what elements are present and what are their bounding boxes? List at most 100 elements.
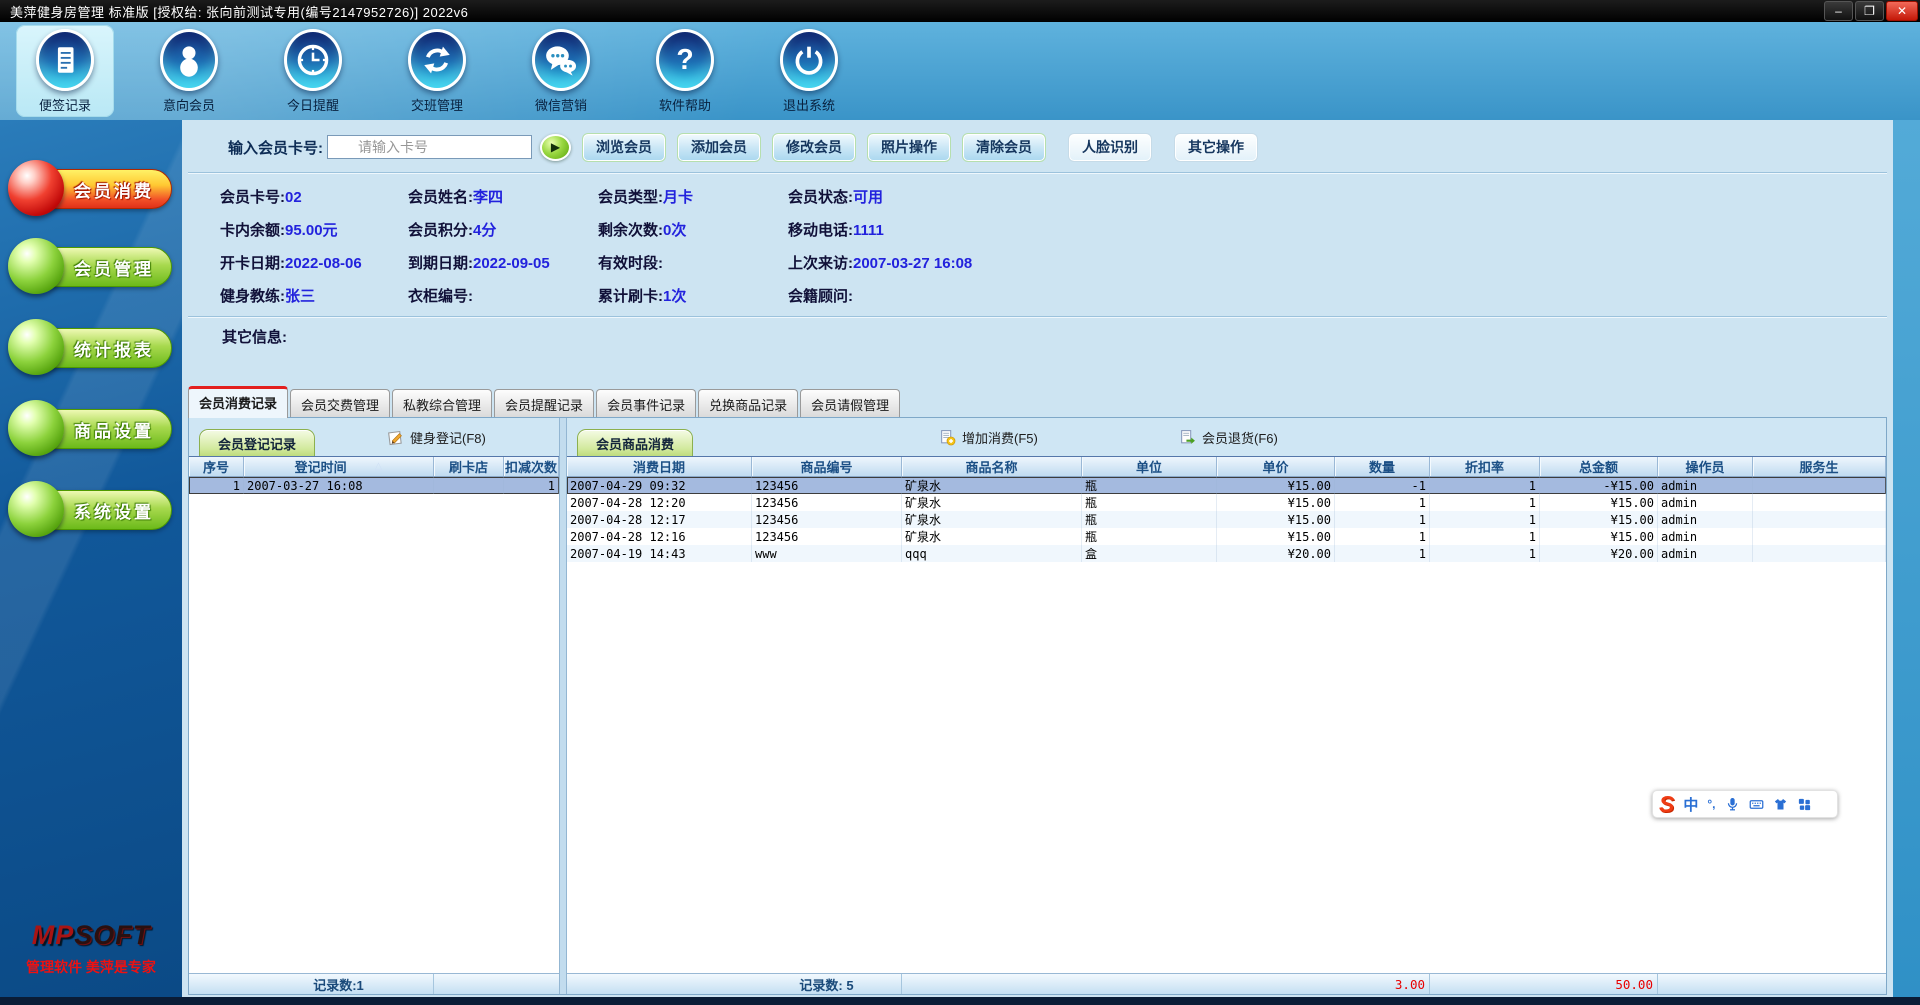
toolbar-item-shift-management[interactable]: 交班管理 — [388, 25, 486, 117]
tab-leave-management[interactable]: 会员请假管理 — [800, 389, 901, 418]
toolbar-item-exit[interactable]: 退出系统 — [760, 25, 858, 117]
tab-reminder-records[interactable]: 会员提醒记录 — [494, 389, 595, 418]
column-header[interactable]: 单价 — [1217, 457, 1335, 476]
table-cell: 123456 — [752, 528, 902, 545]
table-cell: ¥15.00 — [1217, 511, 1335, 528]
play-icon: ▶ — [550, 140, 561, 154]
main-toolbar: 便签记录 意向会员 今日提醒 交班管理 微信营销 ? 软件帮助 退出系统 — [0, 22, 1920, 120]
table-cell: 矿泉水 — [902, 477, 1082, 494]
svg-text:?: ? — [676, 44, 693, 76]
column-header[interactable]: 总金额 — [1540, 457, 1658, 476]
close-button[interactable]: ✕ — [1886, 1, 1918, 21]
photo-actions-button[interactable]: 照片操作 — [867, 132, 951, 162]
add-consume-button[interactable]: 增加消费(F5) — [939, 428, 1038, 447]
column-header[interactable]: 数量 — [1335, 457, 1430, 476]
column-header[interactable]: 商品编号 — [752, 457, 902, 476]
goods-consume-tab[interactable]: 会员商品消费 — [577, 429, 694, 456]
sidebar: 会员消费 会员管理 统计报表 商品设置 系统设置 MPSOFT 管理软件 美萍是… — [0, 120, 182, 997]
table-cell: 2007-04-29 09:32 — [567, 477, 752, 494]
checkin-tab[interactable]: 会员登记记录 — [199, 429, 316, 456]
table-cell: 2007-04-19 14:43 — [567, 545, 752, 562]
virtual-keyboard-icon[interactable] — [1749, 797, 1764, 812]
table-cell — [1753, 528, 1886, 545]
ime-language-mode[interactable]: 中 — [1683, 794, 1698, 815]
maximize-button[interactable]: ❐ — [1855, 1, 1884, 21]
card-number-input[interactable] — [327, 135, 532, 159]
browse-member-button[interactable]: 浏览会员 — [582, 132, 666, 162]
toolbar-item-help[interactable]: ? 软件帮助 — [636, 25, 734, 117]
column-header[interactable]: 操作员 — [1658, 457, 1753, 476]
toolbar-item-label: 微信营销 — [534, 98, 587, 113]
toolbar-item-notes[interactable]: 便签记录 — [16, 25, 114, 117]
tab-consume-records[interactable]: 会员消费记录 — [188, 386, 289, 418]
table-row[interactable]: 1 2007-03-27 16:08 1 — [189, 477, 559, 494]
table-cell: 2007-04-28 12:20 — [567, 494, 752, 511]
minimize-button[interactable]: – — [1824, 1, 1853, 21]
column-header[interactable]: 折扣率 — [1430, 457, 1540, 476]
brand-block: MPSOFT 管理软件 美萍是专家 — [0, 920, 182, 977]
tab-event-records[interactable]: 会员事件记录 — [596, 389, 697, 418]
face-recognition-button[interactable]: 人脸识别 — [1068, 132, 1152, 162]
title-bar: 美萍健身房管理 标准版 [授权给: 张向前测试专用(编号2147952726)]… — [0, 0, 1920, 22]
info-field-expire-date: 到期日期:2022-09-05 — [408, 255, 550, 272]
column-header[interactable]: 消费日期 — [567, 457, 752, 476]
microphone-icon[interactable] — [1725, 797, 1740, 812]
table-cell: admin — [1658, 494, 1753, 511]
return-goods-button[interactable]: 会员退货(F6) — [1179, 428, 1278, 447]
column-header[interactable]: 服务生 — [1753, 457, 1886, 476]
table-cell: 123456 — [752, 511, 902, 528]
return-document-icon — [1181, 430, 1195, 444]
sidebar-item-member-consume[interactable]: 会员消费 — [8, 160, 174, 218]
info-field-name: 会员姓名:李四 — [408, 189, 504, 206]
consume-record-count: 记录数: 5 — [752, 974, 902, 994]
punctuation-toggle-icon[interactable]: °, — [1707, 797, 1715, 811]
toolbar-item-wechat-marketing[interactable]: 微信营销 — [512, 25, 610, 117]
tab-content-panel: 会员登记记录 健身登记(F8) 序号登记时间刷卡店扣减次数 12007-03-2… — [188, 417, 1887, 995]
sidebar-item-statistics-reports[interactable]: 统计报表 — [8, 319, 174, 377]
table-cell: 1 — [1335, 528, 1430, 545]
tab-exchange-records[interactable]: 兑换商品记录 — [698, 389, 799, 418]
toolbar-item-prospect-members[interactable]: 意向会员 — [140, 25, 238, 117]
table-cell: 矿泉水 — [902, 511, 1082, 528]
skin-shirt-icon[interactable] — [1773, 797, 1788, 812]
column-header[interactable]: 登记时间 — [244, 457, 434, 476]
consume-panel: 会员商品消费 增加消费(F5) 会员退货(F6) 消费日期 商品编号 商品名称 单位单… — [567, 418, 1886, 994]
consume-panel-header: 会员商品消费 增加消费(F5) 会员退货(F6) — [567, 418, 1886, 456]
column-header[interactable]: 刷卡店 — [434, 457, 504, 476]
other-actions-button[interactable]: 其它操作 — [1174, 132, 1258, 162]
table-row[interactable]: 2007-04-28 12:20 123456 矿泉水瓶 ¥15.00 1 1 ¥15.00… — [567, 494, 1886, 511]
add-member-button[interactable]: 添加会员 — [677, 132, 761, 162]
sogou-logo-icon[interactable]: S — [1659, 792, 1674, 816]
column-header[interactable]: 单位 — [1082, 457, 1217, 476]
table-row[interactable]: 2007-04-28 12:17 123456 矿泉水瓶 ¥15.00 1 1 ¥15.00… — [567, 511, 1886, 528]
tab-payment-management[interactable]: 会员交费管理 — [290, 389, 391, 418]
gym-checkin-button[interactable]: 健身登记(F8) — [387, 428, 486, 447]
column-header[interactable]: 序号 — [189, 457, 244, 476]
column-header[interactable]: 扣减次数 — [504, 457, 559, 476]
toolbar-item-label: 交班管理 — [410, 98, 463, 113]
sidebar-item-system-settings[interactable]: 系统设置 — [8, 481, 174, 539]
table-cell: ¥15.00 — [1540, 528, 1658, 545]
toolbar-item-today-reminders[interactable]: 今日提醒 — [264, 25, 362, 117]
sidebar-item-member-management[interactable]: 会员管理 — [8, 238, 174, 296]
table-cell — [1753, 477, 1886, 494]
other-info-label: 其它信息: — [222, 329, 287, 346]
column-header[interactable]: 商品名称 — [902, 457, 1082, 476]
table-cell: -1 — [1335, 477, 1430, 494]
panel-divider[interactable] — [559, 418, 567, 994]
table-row[interactable]: 2007-04-19 14:43 www qqq 盒 ¥20.00 1 1 ¥20.00 adm… — [567, 545, 1886, 562]
table-cell: admin — [1658, 477, 1753, 494]
red-sphere-icon — [8, 160, 64, 216]
ime-menu-grid-icon[interactable] — [1797, 797, 1812, 812]
table-cell: 1 — [1430, 545, 1540, 562]
submit-card-button[interactable]: ▶ — [540, 133, 571, 161]
info-field-card-no: 会员卡号:02 — [220, 189, 302, 206]
info-field-valid-period: 有效时段: — [598, 255, 663, 272]
table-cell: ¥15.00 — [1540, 494, 1658, 511]
sidebar-item-goods-settings[interactable]: 商品设置 — [8, 400, 174, 458]
edit-member-button[interactable]: 修改会员 — [772, 132, 856, 162]
table-row[interactable]: 2007-04-28 12:16 123456 矿泉水瓶 ¥15.00 1 1 ¥15.00… — [567, 528, 1886, 545]
clear-member-button[interactable]: 清除会员 — [962, 132, 1046, 162]
table-row[interactable]: 2007-04-29 09:32 123456 矿泉水瓶 ¥15.00 -1 1 -¥15.… — [567, 477, 1886, 494]
tab-private-coach[interactable]: 私教综合管理 — [392, 389, 493, 418]
